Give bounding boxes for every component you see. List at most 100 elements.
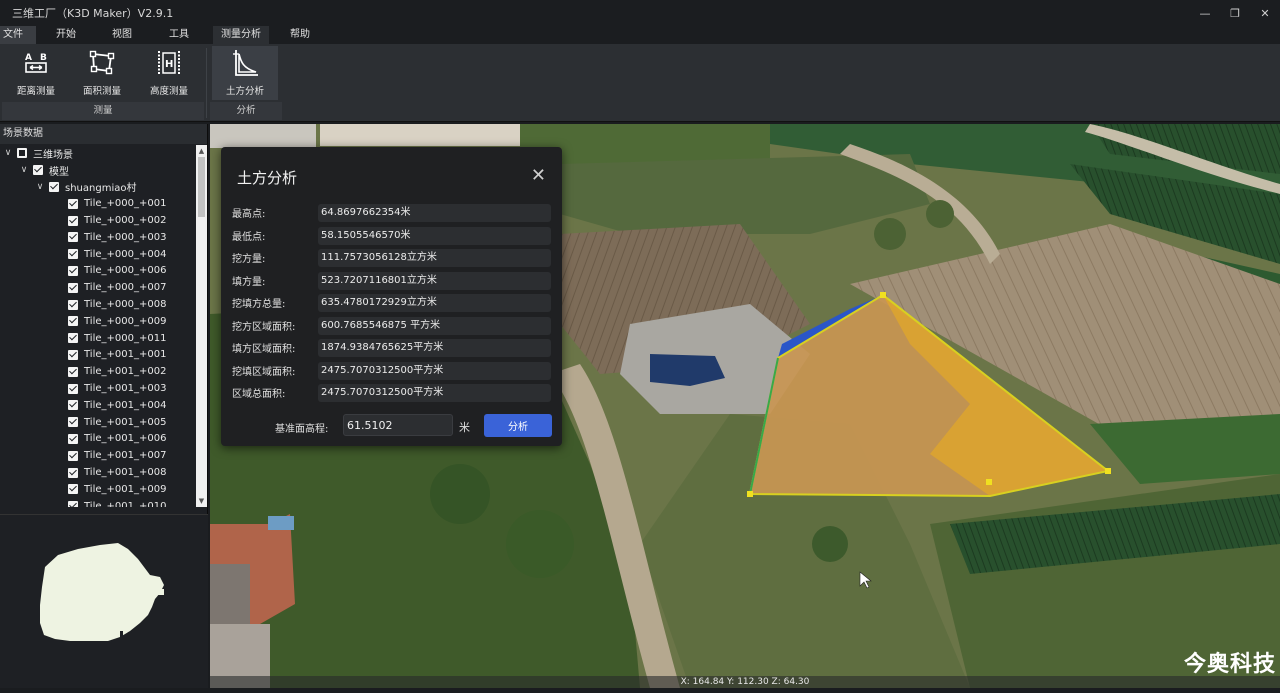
menu-help[interactable]: 帮助	[284, 26, 316, 44]
tile-item[interactable]: Tile_+001_+002	[0, 363, 196, 380]
tile-checkbox[interactable]	[68, 249, 78, 260]
tile-checkbox[interactable]	[68, 400, 78, 411]
tile-item[interactable]: Tile_+001_+001	[0, 347, 196, 364]
close-icon[interactable]: ✕	[531, 165, 546, 186]
tile-checkbox[interactable]	[68, 282, 78, 293]
tile-item[interactable]: Tile_+001_+003	[0, 380, 196, 397]
menu-measure-analysis[interactable]: 测量分析	[213, 26, 269, 44]
scroll-up-icon[interactable]: ▲	[196, 145, 207, 157]
area-measure-icon	[89, 50, 115, 75]
tile-checkbox[interactable]	[68, 299, 78, 310]
distance-measure-icon: A B	[25, 53, 47, 73]
scene-data-panel: 场景数据 ∨ 三维场景 ∨ 模型 ∨ shuangmiao村 Tile_+000…	[0, 124, 208, 688]
tile-checkbox[interactable]	[68, 366, 78, 377]
tile-item[interactable]: Tile_+000_+009	[0, 313, 196, 330]
result-row: 挖填区域面积: 2475.7070312500平方米	[232, 361, 552, 380]
svg-text:H: H	[165, 59, 173, 70]
tile-item[interactable]: Tile_+000_+004	[0, 246, 196, 263]
base-elevation-input[interactable]	[343, 414, 453, 436]
tile-item[interactable]: Tile_+000_+003	[0, 229, 196, 246]
tile-label: Tile_+000_+001	[84, 198, 167, 210]
result-row: 区域总面积: 2475.7070312500平方米	[232, 384, 552, 402]
tile-label: Tile_+000_+007	[84, 282, 167, 294]
menu-file-label: 文件	[3, 29, 23, 40]
tree-root[interactable]: ∨ 三维场景	[0, 145, 196, 162]
result-label: 挖填方总量:	[232, 299, 286, 310]
tile-item[interactable]: Tile_+000_+008	[0, 296, 196, 313]
chevron-down-icon[interactable]: ∨	[34, 182, 46, 192]
tile-checkbox[interactable]	[68, 265, 78, 276]
result-value: 523.7207116801立方米	[318, 271, 551, 290]
group-checkbox[interactable]	[49, 181, 59, 192]
menu-view[interactable]: 视图	[106, 26, 138, 44]
scroll-down-icon[interactable]: ▼	[196, 495, 207, 507]
tile-item[interactable]: Tile_+001_+006	[0, 431, 196, 448]
tile-checkbox[interactable]	[68, 198, 78, 209]
tile-item[interactable]: Tile_+000_+001	[0, 195, 196, 212]
tile-checkbox[interactable]	[68, 383, 78, 394]
tile-label: Tile_+001_+006	[84, 433, 167, 445]
title-bar: 三维工厂（K3D Maker）V2.9.1 — ❐ ✕	[0, 0, 1280, 26]
scroll-thumb[interactable]	[198, 157, 205, 217]
result-row: 挖方量: 111.7573056128立方米	[232, 249, 552, 267]
tile-checkbox[interactable]	[68, 484, 78, 495]
tile-item[interactable]: Tile_+000_+007	[0, 279, 196, 296]
menu-tools[interactable]: 工具	[163, 26, 195, 44]
height-measure-label: 高度测量	[149, 86, 188, 97]
tile-item[interactable]: Tile_+001_+009	[0, 481, 196, 498]
tree-group[interactable]: ∨ shuangmiao村	[0, 179, 196, 196]
earthwork-analysis-button[interactable]: 土方分析	[212, 46, 278, 100]
maximize-icon[interactable]: ❐	[1220, 0, 1250, 26]
tile-label: Tile_+000_+011	[84, 332, 167, 344]
tile-item[interactable]: Tile_+001_+008	[0, 464, 196, 481]
tile-checkbox[interactable]	[68, 232, 78, 243]
tile-label: Tile_+001_+007	[84, 450, 167, 462]
tile-label: Tile_+001_+002	[84, 366, 167, 378]
tile-checkbox[interactable]	[68, 450, 78, 461]
tile-item[interactable]: Tile_+000_+002	[0, 212, 196, 229]
minimize-icon[interactable]: —	[1190, 0, 1220, 26]
tile-item[interactable]: Tile_+000_+011	[0, 330, 196, 347]
tile-checkbox[interactable]	[68, 433, 78, 444]
group-label-measure: 测量	[2, 102, 204, 120]
tile-label: Tile_+001_+009	[84, 483, 167, 495]
tile-item[interactable]: Tile_+001_+007	[0, 447, 196, 464]
tile-checkbox[interactable]	[68, 467, 78, 478]
area-measure-button[interactable]: 面积测量	[69, 46, 135, 100]
tile-checkbox[interactable]	[68, 333, 78, 344]
tile-item[interactable]: Tile_+000_+006	[0, 263, 196, 280]
tile-checkbox[interactable]	[68, 417, 78, 428]
tile-label: Tile_+000_+008	[84, 299, 167, 311]
tree-scrollbar[interactable]: ▲ ▼	[196, 145, 207, 507]
tile-checkbox[interactable]	[68, 316, 78, 327]
tile-label: Tile_+001_+010	[84, 500, 167, 507]
tile-item[interactable]: Tile_+001_+005	[0, 414, 196, 431]
result-label: 填方量:	[232, 276, 266, 288]
distance-measure-button[interactable]: A B 距离测量	[3, 46, 69, 100]
height-measure-button[interactable]: H 高度测量	[136, 46, 202, 100]
earthwork-analysis-label: 土方分析	[225, 86, 264, 97]
close-window-icon[interactable]: ✕	[1250, 0, 1280, 26]
tree-model[interactable]: ∨ 模型	[0, 162, 196, 179]
chevron-down-icon[interactable]: ∨	[2, 148, 14, 158]
minimap[interactable]	[0, 514, 208, 688]
coordinate-statusbar: X: 164.84 Y: 112.30 Z: 64.30	[210, 676, 1280, 688]
model-checkbox[interactable]	[33, 165, 43, 176]
tile-item[interactable]: Tile_+001_+010	[0, 498, 196, 507]
menu-start[interactable]: 开始	[50, 26, 82, 44]
svg-text:B: B	[40, 53, 47, 63]
tile-checkbox[interactable]	[68, 349, 78, 360]
menu-file[interactable]: 文件 ▼	[0, 26, 36, 57]
tree-model-label: 模型	[49, 166, 69, 178]
tile-checkbox[interactable]	[68, 501, 78, 507]
result-value: 600.7685546875 平方米	[318, 316, 551, 335]
analyze-button[interactable]: 分析	[484, 414, 552, 437]
result-row: 最高点: 64.8697662354米	[232, 204, 552, 222]
earthwork-analysis-dialog: 土方分析 ✕ 最高点: 64.8697662354米 最低点: 58.15055465…	[221, 147, 562, 446]
tile-checkbox[interactable]	[68, 215, 78, 226]
chevron-down-icon[interactable]: ∨	[18, 165, 30, 175]
result-label: 挖方区域面积:	[232, 321, 296, 333]
root-checkbox[interactable]	[17, 148, 27, 159]
tile-item[interactable]: Tile_+001_+004	[0, 397, 196, 414]
result-value: 2475.7070312500平方米	[318, 384, 551, 402]
